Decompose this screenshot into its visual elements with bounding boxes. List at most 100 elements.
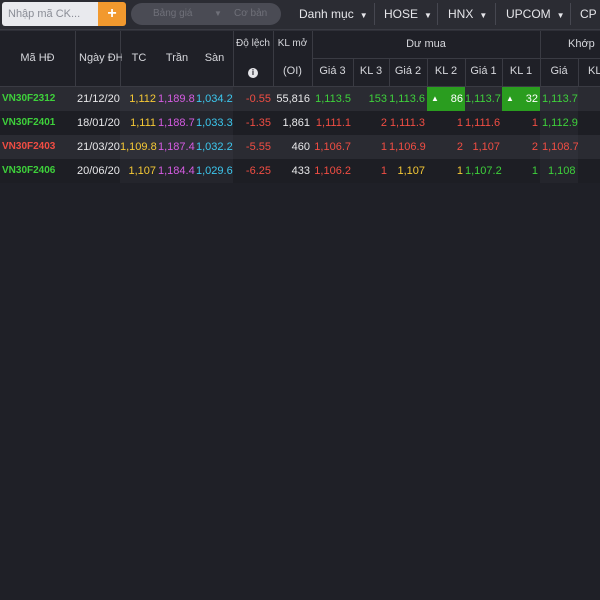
kl1-cell[interactable]: 1 bbox=[502, 159, 540, 183]
divider bbox=[437, 3, 438, 25]
col-kl-1[interactable]: KL 1 bbox=[502, 65, 540, 77]
col-khop-kl[interactable]: KL bbox=[578, 65, 600, 77]
kl1-cell[interactable]: ▲ 32 bbox=[502, 87, 540, 111]
chevron-down-icon: ▼ bbox=[424, 11, 432, 20]
tab-cp-nganh[interactable]: CP n bbox=[580, 3, 600, 25]
kl1-cell[interactable]: 1 bbox=[502, 111, 540, 135]
symbol-cell[interactable]: VN30F2406 bbox=[0, 159, 75, 183]
divider bbox=[0, 30, 600, 31]
tab-hnx[interactable]: HNX ▼ bbox=[448, 3, 487, 25]
date-cell: 21/12/20 bbox=[77, 93, 120, 105]
san-cell: 1,034.2 bbox=[196, 87, 233, 111]
date-cell: 18/01/20 bbox=[77, 117, 120, 129]
oi-cell: 55,816 bbox=[276, 93, 310, 105]
gia1-cell[interactable]: 1,113.7 bbox=[465, 87, 502, 111]
gia3-cell[interactable]: 1,106.7 bbox=[312, 135, 353, 159]
tab-label: Danh mục bbox=[299, 7, 354, 21]
view-option-basic[interactable]: Cơ bản bbox=[234, 3, 267, 25]
col-tran[interactable]: Trần bbox=[158, 52, 196, 64]
khop-gia-cell[interactable]: 1,108 bbox=[540, 159, 578, 183]
lech-cell: -0.55 bbox=[245, 93, 271, 105]
tab-upcom[interactable]: UPCOM ▼ bbox=[506, 3, 565, 25]
table-row[interactable]: VN30F2401 18/01/20 1,111 1,188.7 1,033.3… bbox=[0, 111, 600, 135]
tab-hose[interactable]: HOSE ▼ bbox=[384, 3, 432, 25]
col-gia-1[interactable]: Giá 1 bbox=[465, 65, 502, 77]
gia2-cell[interactable]: 1,106.9 bbox=[389, 135, 427, 159]
tc-cell: 1,109.8 bbox=[120, 135, 158, 159]
khop-gia-cell[interactable]: 1,108.7 bbox=[540, 135, 578, 159]
chevron-down-icon: ▼ bbox=[479, 11, 488, 20]
col-gia-2[interactable]: Giá 2 bbox=[389, 65, 427, 77]
search-input[interactable]: Nhập mã CK... bbox=[2, 2, 98, 26]
kl3-cell[interactable]: 153 bbox=[353, 87, 389, 111]
symbol-cell[interactable]: VN30F2403 bbox=[0, 135, 75, 159]
arrow-up-icon: ▲ bbox=[506, 94, 514, 103]
oi-cell: 1,861 bbox=[282, 117, 310, 129]
divider bbox=[312, 58, 600, 59]
san-cell: 1,032.2 bbox=[196, 135, 233, 159]
lech-cell: -6.25 bbox=[245, 165, 271, 177]
col-gia-3[interactable]: Giá 3 bbox=[312, 65, 353, 77]
col-san[interactable]: Sàn bbox=[196, 52, 233, 64]
san-cell: 1,029.6 bbox=[196, 159, 233, 183]
col-do-lech[interactable]: Độ lệch bbox=[233, 38, 273, 49]
col-khop-gia[interactable]: Giá bbox=[540, 65, 578, 77]
info-icon[interactable]: i bbox=[233, 66, 273, 78]
col-tc[interactable]: TC bbox=[120, 52, 158, 64]
kl2-cell[interactable]: 1 bbox=[427, 159, 465, 183]
col-kl-mo[interactable]: KL mở bbox=[273, 38, 312, 49]
khop-gia-cell[interactable]: 1,113.7 bbox=[540, 87, 578, 111]
table-row[interactable]: VN30F2312 21/12/20 1,112 1,189.8 1,034.2… bbox=[0, 87, 600, 111]
price-board: Nhập mã CK... + Bảng giá ▼ Cơ bản Danh m… bbox=[0, 0, 600, 600]
view-toggle[interactable]: Bảng giá ▼ Cơ bản bbox=[131, 3, 281, 25]
kl1-cell[interactable]: 2 bbox=[502, 135, 540, 159]
tc-cell: 1,112 bbox=[120, 87, 158, 111]
kl3-cell[interactable]: 2 bbox=[353, 111, 389, 135]
col-ma-hd[interactable]: Mã HĐ bbox=[0, 52, 75, 64]
tab-label: UPCOM bbox=[506, 7, 551, 21]
view-option-price-board[interactable]: Bảng giá bbox=[153, 3, 192, 25]
kl3-cell[interactable]: 1 bbox=[353, 135, 389, 159]
tran-cell: 1,184.4 bbox=[158, 159, 196, 183]
chevron-down-icon: ▼ bbox=[359, 11, 368, 20]
tab-label: HOSE bbox=[384, 7, 419, 21]
gia1-cell[interactable]: 1,107 bbox=[465, 135, 502, 159]
divider bbox=[570, 3, 571, 25]
col-oi: (OI) bbox=[283, 65, 302, 77]
gia2-cell[interactable]: 1,107 bbox=[389, 159, 427, 183]
divider bbox=[374, 3, 375, 25]
symbol-cell[interactable]: VN30F2401 bbox=[0, 111, 75, 135]
tab-danh-muc[interactable]: Danh mục ▼ bbox=[299, 3, 368, 25]
symbol-cell[interactable]: VN30F2312 bbox=[0, 87, 75, 111]
col-kl-2[interactable]: KL 2 bbox=[427, 65, 465, 77]
chevron-down-icon: ▼ bbox=[556, 11, 565, 20]
kl2-cell[interactable]: 1 bbox=[427, 111, 465, 135]
gia3-cell[interactable]: 1,106.2 bbox=[312, 159, 353, 183]
tab-label: HNX bbox=[448, 7, 474, 21]
lech-cell: -5.55 bbox=[245, 141, 271, 153]
kl2-cell[interactable]: 2 bbox=[427, 135, 465, 159]
tc-cell: 1,107 bbox=[120, 159, 158, 183]
gia1-cell[interactable]: 1,111.6 bbox=[465, 111, 502, 135]
group-khop: Khớp bbox=[568, 38, 595, 50]
gia1-cell[interactable]: 1,107.2 bbox=[465, 159, 502, 183]
khop-gia-cell[interactable]: 1,112.9 bbox=[540, 111, 578, 135]
san-cell: 1,033.3 bbox=[196, 111, 233, 135]
tran-cell: 1,187.4 bbox=[158, 135, 196, 159]
col-kl-3[interactable]: KL 3 bbox=[353, 65, 389, 77]
gia2-cell[interactable]: 1,111.3 bbox=[389, 111, 427, 135]
table-row[interactable]: VN30F2406 20/06/20 1,107 1,184.4 1,029.6… bbox=[0, 159, 600, 183]
tran-cell: 1,188.7 bbox=[158, 111, 196, 135]
table-row[interactable]: VN30F2403 21/03/20 1,109.8 1,187.4 1,032… bbox=[0, 135, 600, 159]
col-ngay-dh[interactable]: Ngày ĐH bbox=[76, 52, 122, 64]
tran-cell: 1,189.8 bbox=[158, 87, 196, 111]
kl3-cell[interactable]: 1 bbox=[353, 159, 389, 183]
date-cell: 21/03/20 bbox=[77, 141, 120, 153]
add-button[interactable]: + bbox=[98, 2, 126, 26]
oi-cell: 460 bbox=[291, 141, 310, 153]
kl2-cell[interactable]: ▲ 86 bbox=[427, 87, 465, 111]
gia2-cell[interactable]: 1,113.6 bbox=[389, 87, 427, 111]
tc-cell: 1,111 bbox=[120, 111, 158, 135]
gia3-cell[interactable]: 1,111.1 bbox=[312, 111, 353, 135]
gia3-cell[interactable]: 1,113.5 bbox=[312, 87, 353, 111]
